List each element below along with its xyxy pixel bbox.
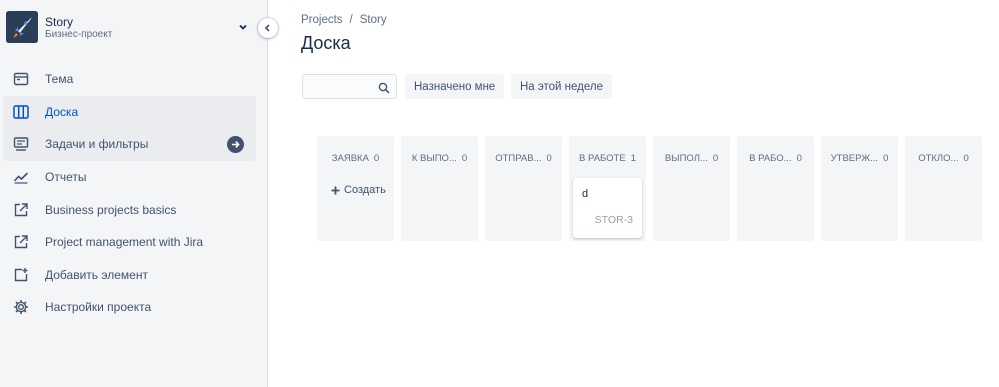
column-count: 0 — [712, 153, 719, 164]
search-input[interactable] — [307, 78, 375, 95]
search-field[interactable] — [302, 74, 397, 99]
column-count: 0 — [796, 153, 802, 164]
breadcrumb-separator: / — [349, 14, 353, 26]
column-count: 0 — [546, 153, 552, 164]
board-column-done: ВЫПОЛ... 0 — [653, 136, 730, 241]
board-icon — [12, 103, 30, 121]
sidebar-item-pm-jira[interactable]: Project management with Jira — [3, 226, 256, 259]
project-type: Бизнес-проект — [45, 29, 113, 40]
board-column-in-progress: В РАБОТЕ 1 d STOR-3 — [569, 136, 646, 241]
column-title: В РАБОТЕ — [579, 153, 626, 164]
column-title: ОТПРАВ... — [495, 153, 542, 164]
sidebar-nav: Тема Доска Задачи и фильтры Отчеты Busin… — [3, 63, 256, 324]
breadcrumb-projects[interactable]: Projects — [301, 14, 343, 26]
sidebar-collapse-button[interactable] — [258, 18, 278, 38]
filter-assigned-to-me-button[interactable]: Назначено мне — [405, 74, 505, 99]
project-avatar-rocket-icon — [6, 11, 38, 43]
issue-key: STOR-3 — [594, 214, 633, 226]
reports-chart-icon — [12, 168, 30, 186]
column-header: ОТКЛО... 0 — [905, 153, 982, 164]
plus-icon — [331, 186, 340, 194]
sidebar-item-topic[interactable]: Тема — [3, 63, 256, 96]
column-title: ЗАЯВКА — [331, 153, 369, 164]
issue-card[interactable]: d STOR-3 — [573, 178, 642, 238]
calendar-icon — [12, 70, 30, 88]
filter-this-week-button[interactable]: На этой неделе — [511, 74, 612, 99]
main-content: Projects / Story Доска Назначено мне На … — [269, 0, 999, 387]
column-title: ОТКЛО... — [918, 153, 959, 164]
sidebar-item-label: Тема — [45, 72, 74, 87]
column-title: К ВЫПО... — [411, 153, 457, 164]
column-count: 0 — [963, 153, 969, 164]
board-column-approved: УТВЕРЖ... 0 — [821, 136, 898, 241]
column-count: 0 — [883, 153, 889, 164]
board-column-todo: К ВЫПО... 0 — [401, 136, 478, 241]
column-header: К ВЫПО... 0 — [401, 153, 478, 164]
external-link-icon — [12, 201, 30, 219]
column-header: ОТПРАВ... 0 — [485, 153, 562, 164]
add-item-icon — [12, 266, 30, 284]
column-count: 0 — [461, 153, 468, 164]
page-title: Доска — [301, 33, 351, 53]
gear-icon — [12, 298, 30, 316]
sidebar-item-board[interactable]: Доска — [3, 95, 256, 129]
sidebar: Story Бизнес-проект Тема Доска Задачи и … — [0, 0, 268, 387]
arrow-right-icon[interactable] — [227, 136, 244, 154]
board-column-request: ЗАЯВКА 0 Создать — [317, 136, 394, 241]
create-label: Создать — [344, 184, 386, 196]
sidebar-item-label: Project management with Jira — [45, 235, 204, 250]
external-link-icon — [12, 233, 30, 251]
project-header[interactable]: Story Бизнес-проект — [6, 11, 256, 45]
project-name: Story — [45, 15, 74, 29]
sidebar-item-label: Business projects basics — [45, 202, 177, 217]
column-title: УТВЕРЖ... — [830, 153, 879, 164]
sidebar-item-label: Добавить элемент — [45, 267, 148, 282]
sidebar-item-label: Доска — [45, 104, 79, 119]
sidebar-item-reports[interactable]: Отчеты — [3, 161, 256, 194]
create-issue-button[interactable]: Создать — [331, 184, 386, 196]
board-column-sent: ОТПРАВ... 0 — [485, 136, 562, 241]
chevron-down-icon[interactable] — [237, 20, 249, 32]
sidebar-item-settings[interactable]: Настройки проекта — [3, 291, 256, 324]
column-header: В РАБО... 0 — [737, 153, 814, 164]
breadcrumb-story[interactable]: Story — [360, 14, 387, 26]
column-header: ЗАЯВКА 0 — [317, 153, 394, 164]
sidebar-item-add-element[interactable]: Добавить элемент — [3, 259, 256, 292]
search-icon — [378, 81, 390, 99]
column-header: ВЫПОЛ... 0 — [653, 153, 730, 164]
issue-summary: d — [582, 188, 589, 200]
board-column-in-work: В РАБО... 0 — [737, 136, 814, 241]
sidebar-item-label: Отчеты — [45, 170, 87, 185]
sidebar-item-label: Задачи и фильтры — [45, 137, 149, 152]
sidebar-item-business-basics[interactable]: Business projects basics — [3, 193, 256, 226]
issues-icon — [12, 135, 30, 153]
breadcrumb: Projects / Story — [301, 14, 387, 26]
column-count: 1 — [630, 153, 636, 164]
column-title: В РАБО... — [749, 153, 792, 164]
column-title: ВЫПОЛ... — [664, 153, 708, 164]
chevron-left-icon — [264, 24, 270, 32]
column-header: В РАБОТЕ 1 — [569, 153, 646, 164]
sidebar-item-issues[interactable]: Задачи и фильтры — [3, 128, 256, 161]
column-count: 0 — [373, 153, 380, 164]
sidebar-item-label: Настройки проекта — [45, 300, 152, 315]
board-column-rejected: ОТКЛО... 0 — [905, 136, 982, 241]
column-header: УТВЕРЖ... 0 — [821, 153, 898, 164]
